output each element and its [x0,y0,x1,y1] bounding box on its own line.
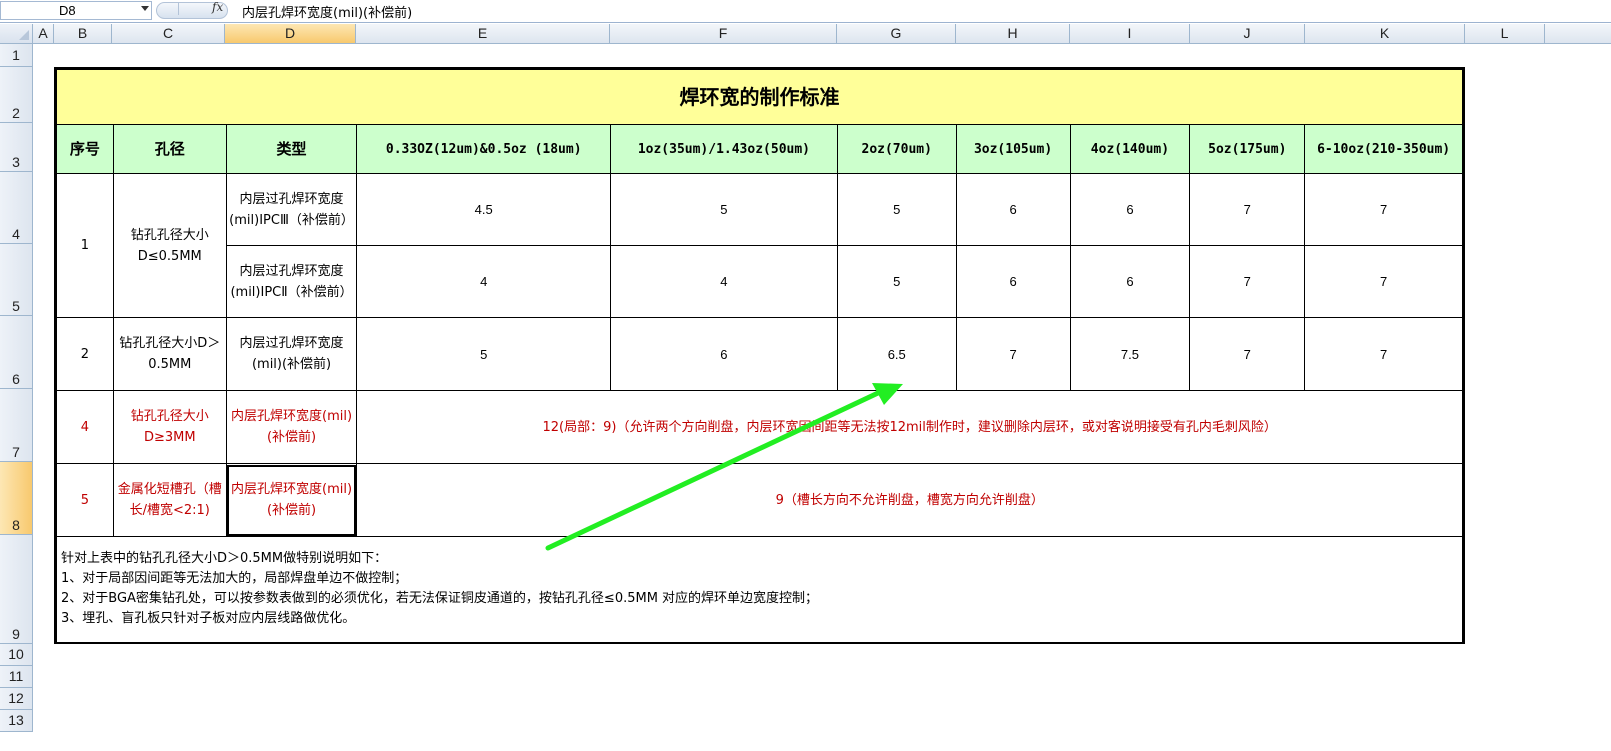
standard-table: 焊环宽的制作标准 序号 孔径 类型 0.33OZ(12um)&0.5oz (18… [56,69,1463,644]
row-header-11[interactable]: 11 [0,666,33,688]
table-title[interactable]: 焊环宽的制作标准 [56,69,1463,125]
header-copper-4[interactable]: 3oz(105um) [955,124,1071,174]
column-header-k[interactable]: K [1305,24,1465,44]
note-line: 1、对于局部因间距等无法加大的，局部焊盘单边不做控制； [61,571,408,586]
table-cell[interactable]: 5 [356,317,612,391]
row-1b-type[interactable]: 内层过孔焊环宽度(mil)IPCⅡ（补偿前） [225,245,358,318]
select-all-icon [19,30,29,40]
header-seq[interactable]: 序号 [56,124,114,174]
name-box-value: D8 [59,3,76,18]
column-header-l[interactable]: L [1465,24,1545,44]
row-1-hole[interactable]: 钻孔孔径大小D≤0.5MM [112,173,227,318]
row-header-8[interactable]: 8 [0,462,33,535]
note-line: 3、埋孔、盲孔板只针对子板对应内层线路做优化。 [61,611,356,626]
table-cell[interactable]: 7 [1304,245,1463,318]
formula-bar: D8 fx 内层孔焊环宽度(mil)(补偿前) [0,0,1611,23]
column-header-i[interactable]: I [1070,24,1190,44]
row-header-13[interactable]: 13 [0,710,33,732]
header-copper-7[interactable]: 6-10oz(210-350um) [1304,124,1463,174]
table-cell[interactable]: 6 [955,173,1071,246]
table-cell[interactable]: 6 [955,245,1071,318]
row-4-merged-value[interactable]: 12(局部：9)（允许两个方向削盘，内层环宽因间距等无法按12mil制作时，建议… [356,390,1463,464]
formula-divider [178,2,179,15]
row-header-6[interactable]: 6 [0,316,33,389]
column-header-b[interactable]: B [54,24,112,44]
column-header-g[interactable]: G [837,24,956,44]
row-1-type[interactable]: 内层过孔焊环宽度(mil)IPCⅢ（补偿前） [225,173,358,246]
table-cell[interactable]: 4 [610,245,838,318]
table-cell[interactable]: 5 [610,173,838,246]
row-header-7[interactable]: 7 [0,389,33,462]
table-cell[interactable]: 7 [1189,173,1306,246]
column-header-d[interactable]: D [225,24,356,44]
select-all-corner[interactable] [0,24,33,44]
formula-input[interactable]: 内层孔焊环宽度(mil)(补偿前) [242,2,412,21]
row-header-2[interactable]: 2 [0,67,33,123]
row-header-12[interactable]: 12 [0,688,33,710]
header-copper-5[interactable]: 4oz(140um) [1069,124,1191,174]
table-cell[interactable]: 6.5 [836,317,957,391]
table-cell[interactable]: 4 [356,245,612,318]
note-line: 2、对于BGA密集钻孔处，可以按参数表做到的必须优化，若无法保证铜皮通道的，按钻… [61,591,819,606]
table-cell[interactable]: 5 [836,245,957,318]
header-copper-6[interactable]: 5oz(175um) [1189,124,1306,174]
header-type[interactable]: 类型 [225,124,358,174]
row-5-type-selected-cell[interactable]: 内层孔焊环宽度(mil)(补偿前) [225,463,358,537]
header-copper-2[interactable]: 1oz(35um)/1.43oz(50um) [610,124,838,174]
row-header-5[interactable]: 5 [0,244,33,316]
table-cell[interactable]: 7 [1304,173,1463,246]
table-cell[interactable]: 7.5 [1069,317,1191,391]
row-5-merged-value[interactable]: 9（槽长方向不允许削盘，槽宽方向允许削盘） [356,463,1463,537]
row-header-3[interactable]: 3 [0,123,33,172]
column-header-j[interactable]: J [1190,24,1305,44]
table-cell[interactable]: 7 [1189,245,1306,318]
spreadsheet-table-area: 焊环宽的制作标准 序号 孔径 类型 0.33OZ(12um)&0.5oz (18… [54,67,1465,644]
row-header-4[interactable]: 4 [0,172,33,244]
column-header-f[interactable]: F [610,24,837,44]
column-header-h[interactable]: H [956,24,1070,44]
table-cell[interactable]: 7 [955,317,1071,391]
insert-function-icon[interactable]: fx [212,0,223,14]
name-box[interactable]: D8 [0,1,152,20]
table-cell[interactable]: 5 [836,173,957,246]
name-box-dropdown-icon[interactable] [141,6,149,11]
column-header-e[interactable]: E [356,24,610,44]
table-cell[interactable]: 6 [1069,173,1191,246]
table-cell[interactable]: 4.5 [356,173,612,246]
column-header-c[interactable]: C [112,24,225,44]
row-header-1[interactable]: 1 [0,44,33,67]
table-cell[interactable]: 6 [1069,245,1191,318]
row-header-10[interactable]: 10 [0,644,33,666]
note-line: 针对上表中的钻孔孔径大小D＞0.5MM做特别说明如下： [61,551,388,566]
row-5-hole[interactable]: 金属化短槽孔（槽长/槽宽<2:1) [112,463,227,537]
row-header-9[interactable]: 9 [0,535,33,644]
row-4-type[interactable]: 内层孔焊环宽度(mil)(补偿前) [225,390,358,464]
row-1-seq[interactable]: 1 [56,173,114,318]
table-cell[interactable]: 7 [1189,317,1306,391]
header-hole[interactable]: 孔径 [112,124,227,174]
row-2-seq[interactable]: 2 [56,317,114,391]
notes-cell[interactable]: 针对上表中的钻孔孔径大小D＞0.5MM做特别说明如下： 1、对于局部因间距等无法… [56,536,1463,644]
table-cell[interactable]: 6 [610,317,838,391]
header-copper-3[interactable]: 2oz(70um) [836,124,957,174]
column-header-m[interactable] [1545,24,1611,44]
row-4-seq[interactable]: 4 [56,390,114,464]
row-5-seq[interactable]: 5 [56,463,114,537]
row-2-hole[interactable]: 钻孔孔径大小D＞0.5MM [112,317,227,391]
row-2-type[interactable]: 内层过孔焊环宽度(mil)(补偿前) [225,317,358,391]
column-header-a[interactable]: A [33,24,54,44]
table-cell[interactable]: 7 [1304,317,1463,391]
row-4-hole[interactable]: 钻孔孔径大小D≥3MM [112,390,227,464]
header-copper-1[interactable]: 0.33OZ(12um)&0.5oz (18um) [356,124,612,174]
